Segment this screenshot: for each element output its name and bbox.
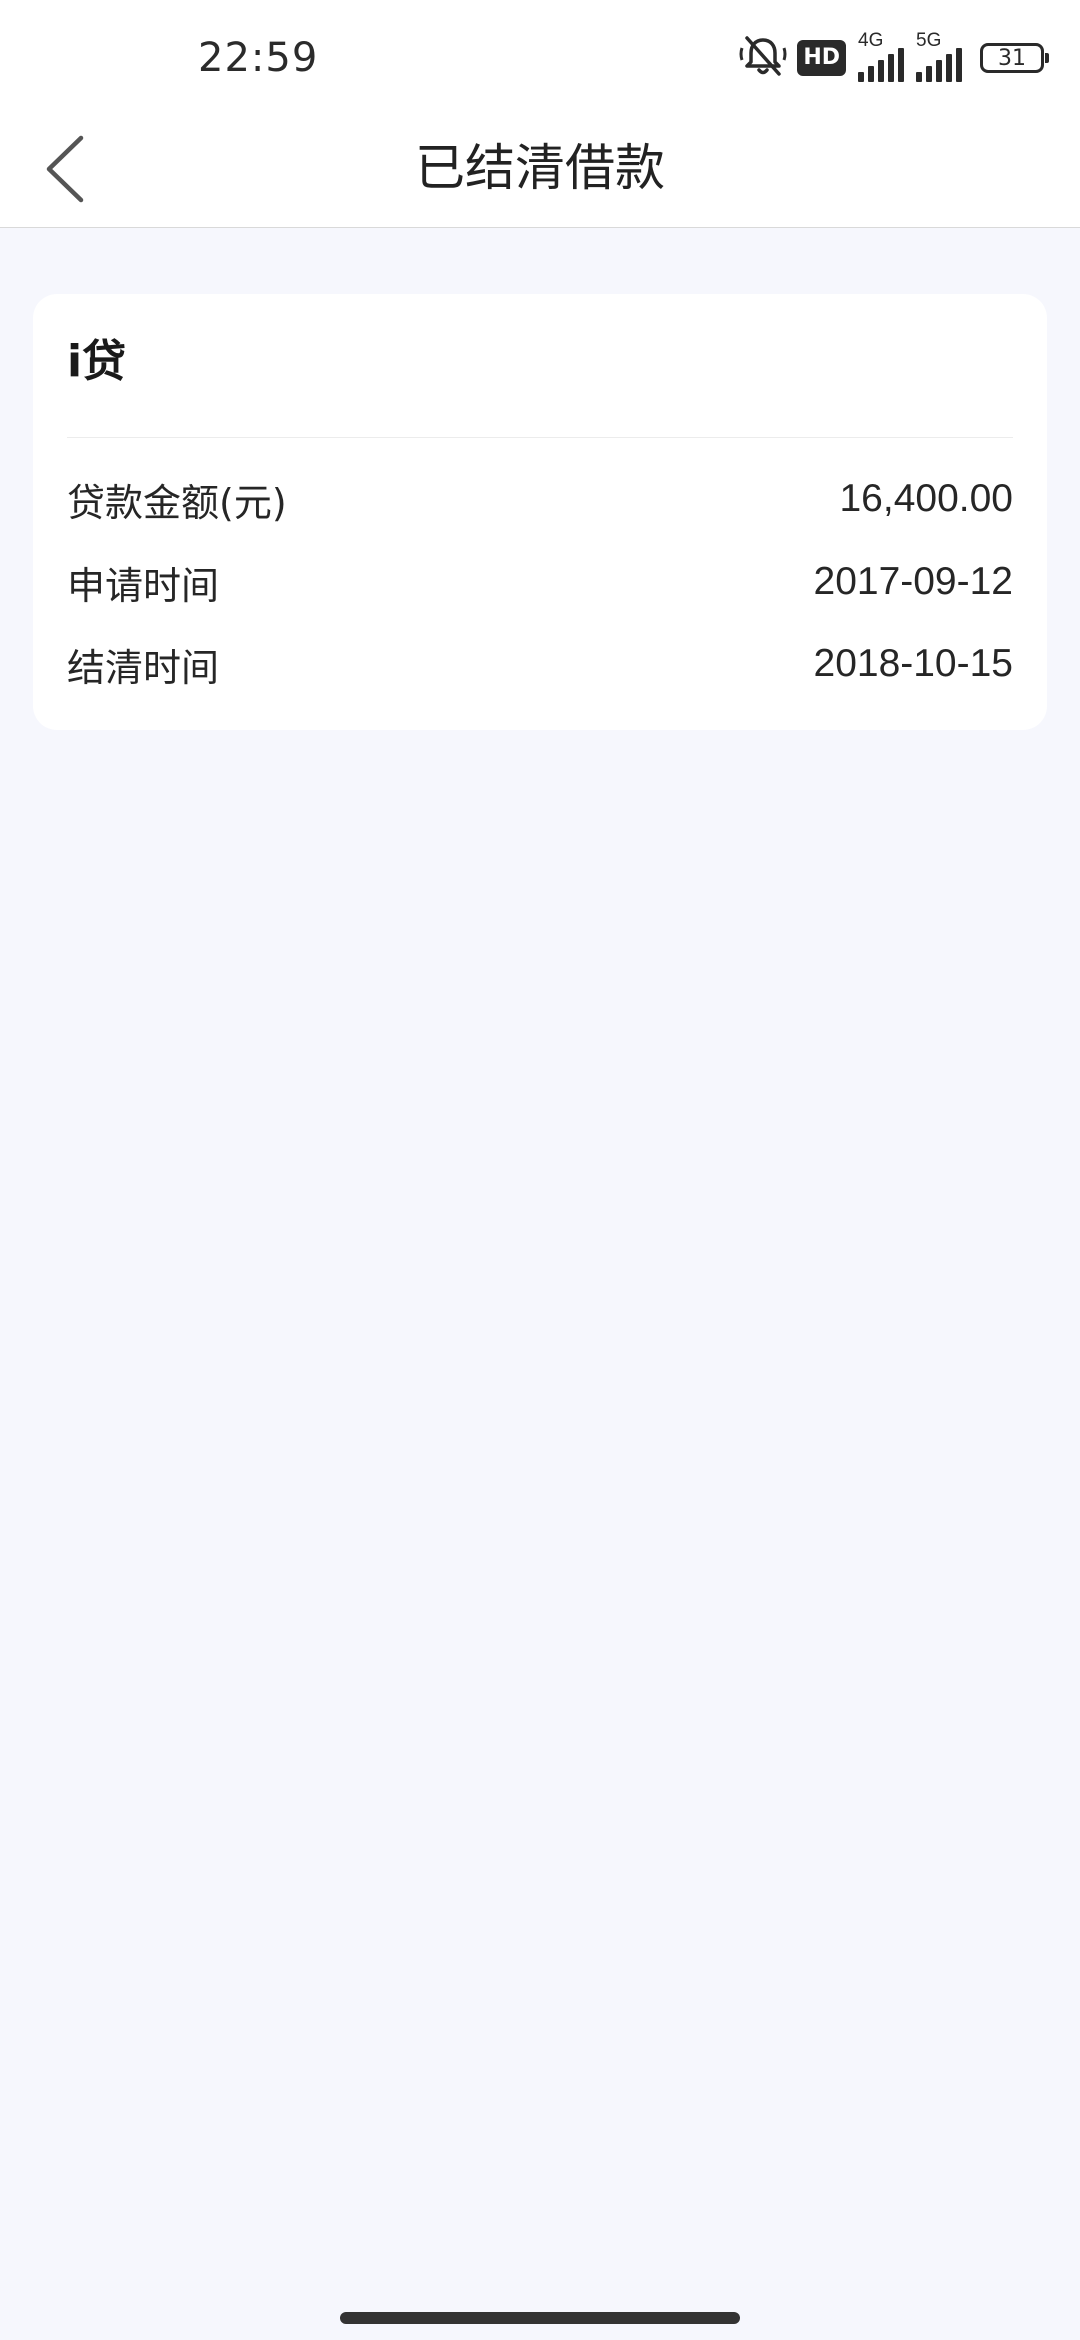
loan-card[interactable]: i贷 贷款金额(元) 16,400.00 申请时间 2017-09-12 结清时… — [33, 294, 1047, 730]
status-icons: HD 4G 5G 31 — [739, 30, 1049, 86]
nav-bar: 已结清借款 — [0, 110, 1080, 228]
apply-date-label: 申请时间 — [67, 563, 220, 608]
settle-date-value: 2018-10-15 — [813, 642, 1014, 685]
settle-date-label: 结清时间 — [67, 645, 220, 690]
battery-level: 31 — [998, 45, 1026, 71]
apply-date-value: 2017-09-12 — [813, 560, 1014, 603]
page-title: 已结清借款 — [415, 139, 665, 197]
signal-4g-icon: 4G — [856, 30, 904, 82]
loan-amount-value: 16,400.00 — [839, 477, 1013, 520]
loan-amount-row: 贷款金额(元) 16,400.00 — [67, 469, 1013, 529]
network-5g-label: 5G — [916, 30, 942, 51]
apply-date-row: 申请时间 2017-09-12 — [67, 552, 1013, 612]
status-bar: 22:59 HD 4G 5G 31 — [0, 0, 1080, 110]
hd-label: HD — [803, 45, 840, 70]
settle-date-row: 结清时间 2018-10-15 — [67, 634, 1013, 694]
battery-icon: 31 — [980, 43, 1049, 73]
bell-off-icon — [739, 34, 787, 82]
hd-voice-icon: HD — [797, 40, 846, 76]
loan-amount-label: 贷款金额(元) — [67, 480, 287, 525]
status-time: 22:59 — [198, 35, 319, 81]
back-button[interactable] — [30, 126, 100, 212]
home-indicator[interactable] — [340, 2312, 740, 2324]
signal-5g-icon: 5G — [914, 30, 962, 82]
network-4g-label: 4G — [858, 30, 884, 51]
loan-name: i贷 — [67, 336, 127, 387]
card-header: i贷 — [67, 294, 1013, 438]
chevron-left-icon — [46, 135, 84, 203]
